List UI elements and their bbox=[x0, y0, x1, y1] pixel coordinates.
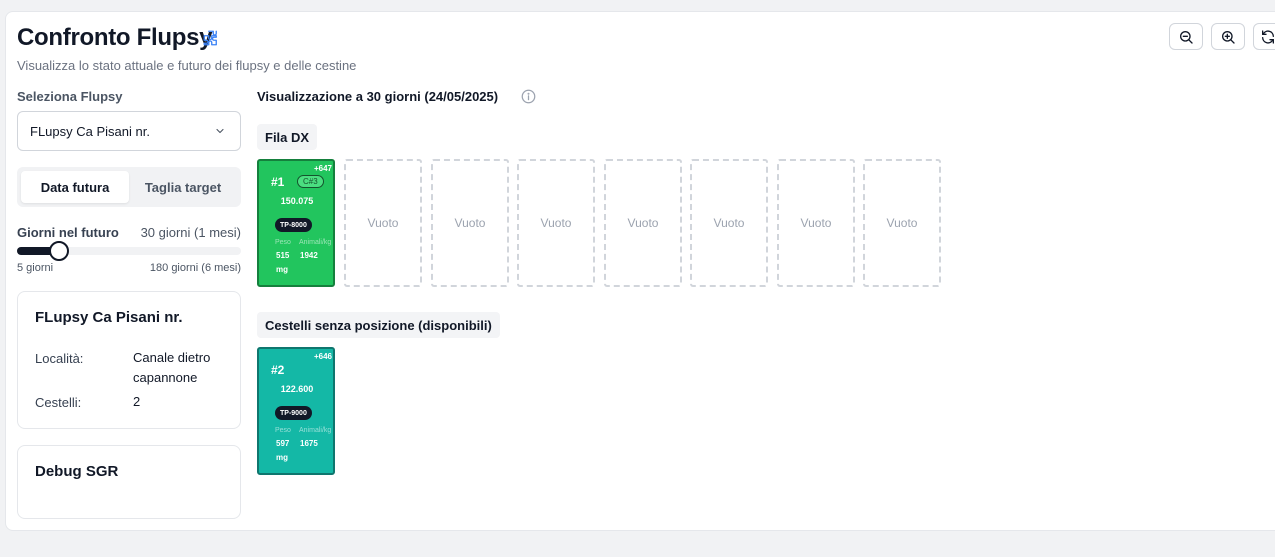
location-value: Canale dietro capannone bbox=[133, 350, 211, 385]
weight-unit: mg bbox=[276, 265, 288, 274]
debug-card-title: Debug SGR bbox=[35, 463, 119, 480]
empty-slot[interactable]: Vuoto bbox=[604, 159, 682, 287]
slider-label: Giorni nel futuro bbox=[17, 225, 119, 240]
tab-data-futura[interactable]: Data futura bbox=[21, 171, 129, 203]
flupsy-select[interactable]: FLupsy Ca Pisani nr. bbox=[17, 111, 241, 151]
zoom-in-button[interactable] bbox=[1211, 23, 1245, 50]
animals-value: 1675 bbox=[300, 439, 318, 448]
basket-number: #2 bbox=[271, 363, 285, 377]
animals-label: Animali/kg bbox=[299, 427, 332, 434]
empty-slot-label: Vuoto bbox=[540, 216, 572, 230]
basket-card[interactable]: +647 #1 C#3 150.075 TP-8000 Peso Animali… bbox=[257, 159, 335, 287]
zoom-in-icon bbox=[1222, 30, 1235, 44]
mode-tabs: Data futura Taglia target bbox=[17, 167, 241, 207]
page-subtitle: Visualizza lo stato attuale e futuro dei… bbox=[17, 58, 357, 73]
baskets-key: Cestelli: bbox=[35, 395, 82, 410]
flupsy-info-card: FLupsy Ca Pisani nr. Località: Canale di… bbox=[17, 291, 241, 429]
visualization-title: Visualizzazione a 30 giorni (24/05/2025) bbox=[257, 89, 499, 104]
empty-slot[interactable]: Vuoto bbox=[517, 159, 595, 287]
empty-slot[interactable]: Vuoto bbox=[777, 159, 855, 287]
refresh-button[interactable] bbox=[1253, 23, 1275, 50]
slider-thumb[interactable] bbox=[49, 241, 69, 261]
chevron-down-icon bbox=[216, 128, 224, 134]
basket-count: 122.600 bbox=[280, 384, 314, 394]
basket-card[interactable]: +646 #2 122.600 TP-9000 Peso Animali/kg … bbox=[257, 347, 335, 475]
refresh-icon bbox=[1262, 29, 1274, 44]
size-badge: TP-8000 bbox=[275, 218, 312, 232]
debug-card: Debug SGR bbox=[17, 445, 241, 519]
empty-slot[interactable]: Vuoto bbox=[863, 159, 941, 287]
basket-count: 150.075 bbox=[280, 196, 314, 206]
basket-delta: +647 bbox=[313, 164, 332, 173]
animals-label: Animali/kg bbox=[299, 239, 332, 246]
zoom-out-icon bbox=[1180, 30, 1193, 44]
info-card-title: FLupsy Ca Pisani nr. bbox=[35, 309, 183, 326]
empty-slot[interactable]: Vuoto bbox=[431, 159, 509, 287]
basket-delta: +646 bbox=[313, 352, 332, 361]
weight-unit: mg bbox=[276, 453, 288, 462]
zoom-out-button[interactable] bbox=[1169, 23, 1203, 50]
row-label-unpositioned: Cestelli senza posizione (disponibili) bbox=[257, 312, 500, 338]
row-label-dx: Fila DX bbox=[257, 124, 318, 150]
empty-slot[interactable]: Vuoto bbox=[690, 159, 768, 287]
empty-slot-label: Vuoto bbox=[454, 216, 486, 230]
basket-number: #1 bbox=[271, 175, 285, 189]
slider-value: 30 giorni (1 mesi) bbox=[140, 225, 241, 240]
tab-taglia-target[interactable]: Taglia target bbox=[129, 171, 237, 203]
animals-value: 1942 bbox=[300, 251, 318, 260]
select-flupsy-label: Seleziona Flupsy bbox=[17, 89, 123, 104]
empty-slot-label: Vuoto bbox=[367, 216, 399, 230]
puzzle-icon bbox=[203, 30, 217, 46]
empty-slot-label: Vuoto bbox=[800, 216, 832, 230]
days-slider[interactable] bbox=[17, 241, 241, 261]
info-icon[interactable] bbox=[521, 89, 536, 104]
weight-label: Peso bbox=[275, 427, 291, 434]
cycle-badge: C#3 bbox=[297, 175, 324, 188]
page-title: Confronto Flupsy bbox=[17, 24, 213, 51]
size-badge: TP-9000 bbox=[275, 406, 312, 420]
empty-slot-label: Vuoto bbox=[886, 216, 918, 230]
slider-min-label: 5 giorni bbox=[17, 262, 54, 274]
empty-slot-label: Vuoto bbox=[713, 216, 745, 230]
baskets-value: 2 bbox=[133, 394, 141, 409]
weight-value: 515 bbox=[276, 251, 290, 260]
location-key: Località: bbox=[35, 351, 84, 366]
flupsy-select-value: FLupsy Ca Pisani nr. bbox=[30, 123, 150, 139]
weight-value: 597 bbox=[276, 439, 290, 448]
empty-slot[interactable]: Vuoto bbox=[344, 159, 422, 287]
weight-label: Peso bbox=[275, 239, 291, 246]
slider-max-label: 180 giorni (6 mesi) bbox=[149, 262, 241, 274]
empty-slot-label: Vuoto bbox=[627, 216, 659, 230]
